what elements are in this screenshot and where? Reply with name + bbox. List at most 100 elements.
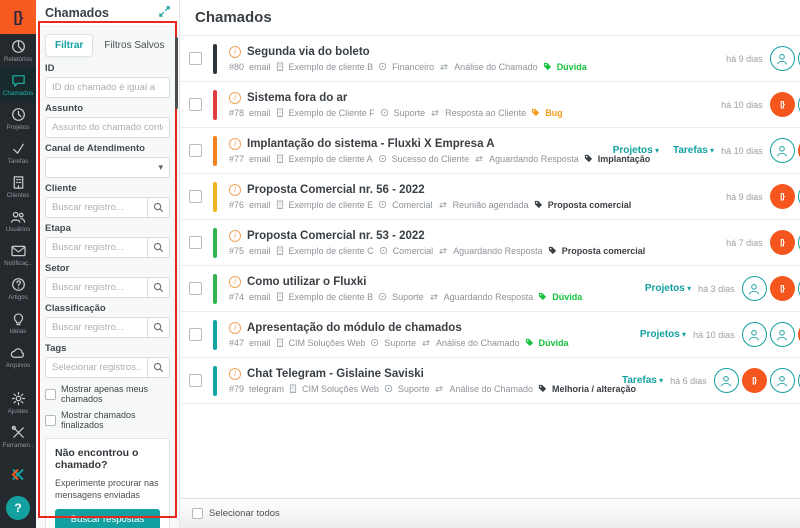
ticket-row[interactable]: Implantação do sistema - Fluxki X Empres… [180, 128, 800, 174]
ticket-list: Segunda via do boleto #80emailExemplo de… [180, 36, 800, 404]
sidebar-item-ideias[interactable]: Ideias [0, 306, 36, 340]
finalizados-checkbox[interactable] [45, 415, 56, 426]
client-icon [276, 246, 284, 255]
ticket-row[interactable]: Chat Telegram - Gislaine Saviski #79tele… [180, 358, 800, 404]
ticket-channel: email [249, 200, 271, 210]
canal-select[interactable] [45, 157, 170, 178]
classificacao-input[interactable] [45, 317, 147, 338]
ticket-row[interactable]: Sistema fora do ar #78emailExemplo de Cl… [180, 82, 800, 128]
ticket-stage: Aguardando Resposta [444, 292, 534, 302]
checkbox-meus-chamados: Mostrar apenas meus chamados [45, 384, 170, 404]
stage-icon [421, 339, 431, 347]
clock-icon [11, 107, 26, 122]
row-checkbox[interactable] [189, 328, 202, 341]
tickets-main: Chamados + ▾ Segunda via do boleto #80e [180, 0, 800, 528]
avatars: [} [770, 184, 800, 209]
row-checkbox[interactable] [189, 144, 202, 157]
classificacao-search-button[interactable] [147, 317, 170, 338]
sidebar-item-ajustes[interactable]: Ajustes [0, 386, 36, 420]
status-bar [213, 366, 217, 396]
sector-icon [380, 108, 389, 117]
projetos-dropdown-link[interactable]: Projetos [645, 283, 691, 294]
ticket-row[interactable]: Segunda via do boleto #80emailExemplo de… [180, 36, 800, 82]
stage-icon [438, 201, 448, 209]
row-checkbox[interactable] [189, 374, 202, 387]
row-checkbox[interactable] [189, 190, 202, 203]
field-id: ID [45, 63, 170, 98]
row-checkbox[interactable] [189, 52, 202, 65]
tab-filtrar[interactable]: Filtrar [45, 34, 93, 57]
ticket-title[interactable]: Proposta Comercial nr. 53 - 2022 [247, 230, 425, 242]
ticket-meta: #80emailExemplo de cliente BFinanceiroAn… [229, 62, 587, 72]
app-window: [} Relatórios Chamados Projetos Tarefas … [0, 0, 800, 528]
projetos-dropdown-link[interactable]: Projetos [613, 145, 659, 156]
assunto-input[interactable] [45, 117, 170, 138]
info-icon [229, 230, 241, 242]
ticket-row[interactable]: Proposta Comercial nr. 56 - 2022 #76emai… [180, 174, 800, 220]
ticket-stage: Aguardando Resposta [489, 154, 579, 164]
etapa-search-button[interactable] [147, 237, 170, 258]
ticket-title[interactable]: Chat Telegram - Gislaine Saviski [247, 368, 424, 380]
setor-input[interactable] [45, 277, 147, 298]
select-all-checkbox[interactable] [192, 508, 203, 519]
ticket-meta: #76emailExemplo de cliente EComercialReu… [229, 200, 631, 210]
ticket-title[interactable]: Sistema fora do ar [247, 92, 347, 104]
company-avatar: [} [742, 368, 767, 393]
field-assunto-label: Assunto [45, 103, 170, 114]
row-checkbox[interactable] [189, 98, 202, 111]
status-bar [213, 320, 217, 350]
help-button[interactable]: ? [6, 496, 30, 520]
info-icon [229, 322, 241, 334]
tags-input[interactable] [45, 357, 147, 378]
tarefas-dropdown-link[interactable]: Tarefas [622, 375, 663, 386]
sidebar-item-chamados[interactable]: Chamados [0, 68, 36, 102]
cliente-input[interactable] [45, 197, 147, 218]
ticket-title[interactable]: Apresentação do módulo de chamados [247, 322, 462, 334]
fluxki-logo[interactable]: [} [0, 0, 36, 34]
sidebar-item-tarefas[interactable]: Tarefas [0, 136, 36, 170]
row-links: Projetos [645, 283, 691, 294]
ticket-title[interactable]: Proposta Comercial nr. 56 - 2022 [247, 184, 425, 196]
ticket-sector: Comercial [392, 200, 433, 210]
tarefas-dropdown-link[interactable]: Tarefas [673, 145, 714, 156]
cliente-search-button[interactable] [147, 197, 170, 218]
sidebar-item-artigos[interactable]: Artigos [0, 272, 36, 306]
row-checkbox[interactable] [189, 236, 202, 249]
collapse-panel-icon[interactable] [159, 4, 170, 22]
field-tags-label: Tags [45, 343, 170, 354]
client-icon [276, 62, 284, 71]
ticket-title[interactable]: Segunda via do boleto [247, 46, 370, 58]
ticket-client: Exemplo de cliente B [289, 292, 374, 302]
setor-search-button[interactable] [147, 277, 170, 298]
tags-search-button[interactable] [147, 357, 170, 378]
field-cliente-label: Cliente [45, 183, 170, 194]
sidebar-item-notifica[interactable]: Notificaç.. [0, 238, 36, 272]
sidebar-item-projetos[interactable]: Projetos [0, 102, 36, 136]
sidebar-item-arquivos[interactable]: Arquivos [0, 340, 36, 374]
ticket-row[interactable]: Como utilizar o Fluxki #74emailExemplo d… [180, 266, 800, 312]
sidebar-item-usu-rios[interactable]: Usuários [0, 204, 36, 238]
avatars: [} [770, 92, 800, 117]
etapa-input[interactable] [45, 237, 147, 258]
filter-panel: Chamados Filtrar Filtros Salvos ID Assun… [36, 0, 180, 528]
ticket-title[interactable]: Como utilizar o Fluxki [247, 276, 366, 288]
ticket-row[interactable]: Proposta Comercial nr. 53 - 2022 #75emai… [180, 220, 800, 266]
sidebar-item-ferramen[interactable]: Ferramen.. [0, 420, 36, 454]
meus-chamados-checkbox[interactable] [45, 389, 56, 400]
buscar-respostas-button[interactable]: Buscar respostas [55, 509, 160, 528]
ticket-tag: Proposta comercial [562, 246, 646, 256]
ticket-title[interactable]: Implantação do sistema - Fluxki X Empres… [247, 138, 495, 150]
id-input[interactable] [45, 77, 170, 98]
sidebar-item-clientes[interactable]: Clientes [0, 170, 36, 204]
panel-scrollbar[interactable] [175, 37, 178, 109]
client-icon [276, 200, 284, 209]
envelope-icon [11, 243, 26, 258]
ticket-row[interactable]: Apresentação do módulo de chamados #47em… [180, 312, 800, 358]
check-icon [11, 141, 26, 156]
person-avatar [770, 138, 795, 163]
sidebar-item-relat-rios[interactable]: Relatórios [0, 34, 36, 68]
projetos-dropdown-link[interactable]: Projetos [640, 329, 686, 340]
status-bar [213, 44, 217, 74]
row-checkbox[interactable] [189, 282, 202, 295]
tab-filtros-salvos[interactable]: Filtros Salvos [104, 40, 164, 51]
